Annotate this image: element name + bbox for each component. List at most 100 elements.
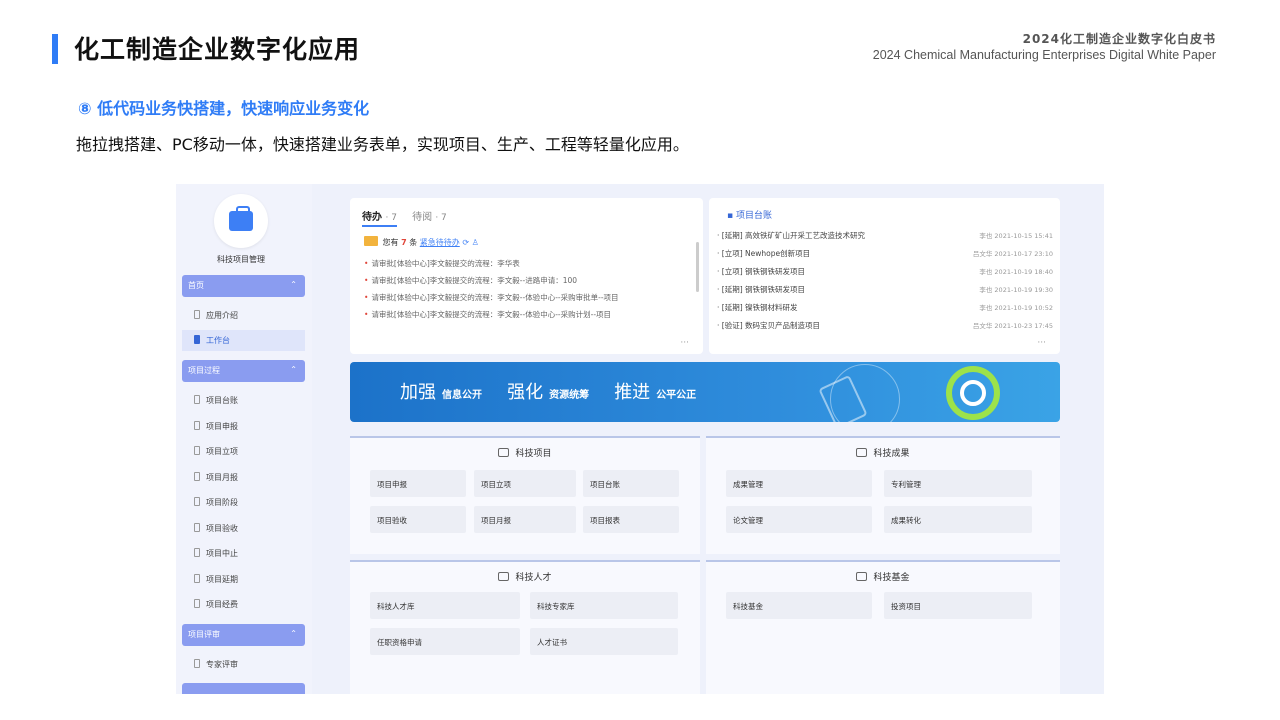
sidebar-item-expert[interactable]: 专家评审 <box>182 654 305 675</box>
project-meta: 吕文华 2021-10-23 17:45 <box>972 322 1053 330</box>
quick-link-button[interactable]: 项目申报 <box>370 470 466 497</box>
project-row[interactable]: · [验证] 数码宝贝产品制造项目 吕文华 2021-10-23 17:45 <box>717 320 1053 338</box>
quick-link-button[interactable]: 成果管理 <box>726 470 872 497</box>
envelope-icon <box>364 236 378 246</box>
sidebar-item-process[interactable]: 项目验收 <box>182 518 305 539</box>
section-body: 拖拉拽搭建、PC移动一体，快速搭建业务表单，实现项目、生产、工程等轻量化应用。 <box>76 135 689 154</box>
quick-link-button[interactable]: 项目台账 <box>583 470 679 497</box>
nav-group-home[interactable]: 首页 ⌃ <box>182 275 305 297</box>
panel-tech-results: 科技成果 成果管理 专利管理 论文管理 成果转化 <box>706 436 1060 554</box>
document-icon <box>194 497 200 506</box>
sidebar-item-process[interactable]: 项目经费 <box>182 594 305 615</box>
project-row[interactable]: · [立项] 钢铁钢铁研发项目 李也 2021-10-19 18:40 <box>717 266 1053 284</box>
document-icon <box>194 599 200 608</box>
summary-suffix: 条 <box>409 238 418 247</box>
todo-card: 待办 · 7 待阅 · 7 您有 7 条 紧急待待办 ⟳ ♙ • 请审批[体验中心… <box>350 198 703 354</box>
todo-row[interactable]: • 请审批[体验中心]李文毅提交的流程：李文毅--进路申请：100 <box>364 275 694 292</box>
project-row[interactable]: · [延期] 高效铁矿矿山开采工艺改造技术研究 李也 2021-10-15 15:… <box>717 230 1053 248</box>
quick-link-button[interactable]: 投资项目 <box>884 592 1032 619</box>
banner-phrase: 信息公开 <box>442 390 482 401</box>
quick-link-button[interactable]: 任职资格申请 <box>370 628 520 655</box>
document-icon <box>194 659 200 668</box>
sidebar-item-process[interactable]: 项目台账 <box>182 390 305 411</box>
nav-group-process[interactable]: 项目过程 ⌃ <box>182 360 305 382</box>
sidebar-item-process[interactable]: 项目中止 <box>182 543 305 564</box>
document-icon <box>194 574 200 583</box>
sidebar-item-process[interactable]: 项目阶段 <box>182 492 305 513</box>
sidebar-item-intro[interactable]: 应用介绍 <box>182 305 305 326</box>
quick-link-button[interactable]: 成果转化 <box>884 506 1032 533</box>
quick-link-button[interactable]: 科技人才库 <box>370 592 520 619</box>
todo-row[interactable]: • 请审批[体验中心]李文毅提交的流程：李文毅--体验中心--采购审批单--项目 <box>364 292 694 309</box>
quick-link-button[interactable]: 专利管理 <box>884 470 1032 497</box>
panel-title-label: 科技成果 <box>873 449 910 459</box>
scrollbar[interactable] <box>696 242 699 292</box>
project-list: · [延期] 高效铁矿矿山开采工艺改造技术研究 李也 2021-10-15 15:… <box>717 230 1053 338</box>
tab-todo[interactable]: 待办 · 7 <box>362 208 397 227</box>
quick-link-button[interactable]: 科技专家库 <box>530 592 678 619</box>
sidebar: 科技项目管理 首页 ⌃ 应用介绍 工作台 项目过程 ⌃ 项目台账 项目申报 项目立项… <box>176 184 312 694</box>
quick-link-button[interactable]: 科技基金 <box>726 592 872 619</box>
project-row[interactable]: · [立项] Newhope创新项目 吕文华 2021-10-17 23:10 <box>717 248 1053 266</box>
panel-title: 科技基金 <box>706 570 1060 583</box>
panel-title-label: 科技人才 <box>515 573 552 583</box>
slide: 化工制造企业数字化应用 2024化工制造企业数字化白皮书 2024 Chemic… <box>0 0 1280 720</box>
briefcase-icon <box>229 206 253 231</box>
project-row[interactable]: · [延期] 钢铁钢铁研发项目 李也 2021-10-19 19:30 <box>717 284 1053 302</box>
bullet-icon: • <box>364 276 369 285</box>
document-icon <box>194 310 200 319</box>
user-icon[interactable]: ♙ <box>472 238 479 247</box>
quick-link-button[interactable]: 项目立项 <box>474 470 576 497</box>
page-title: 化工制造企业数字化应用 <box>74 35 361 64</box>
panel-tech-talent: 科技人才 科技人才库 科技专家库 任职资格申请 人才证书 <box>350 560 700 694</box>
tab-to-read[interactable]: 待阅 · 7 <box>412 208 447 223</box>
project-name: · [验证] 数码宝贝产品制造项目 <box>717 321 821 330</box>
sidebar-item-label: 项目立项 <box>206 447 238 456</box>
panel-title: 科技人才 <box>350 570 700 583</box>
nav-group-next[interactable] <box>182 683 305 694</box>
sidebar-item-label: 项目月报 <box>206 473 238 482</box>
app-name: 科技项目管理 <box>217 255 265 264</box>
todo-text: 请审批[体验中心]李文毅提交的流程：李文毅--进路申请：100 <box>371 276 578 285</box>
quick-link-button[interactable]: 项目报表 <box>583 506 679 533</box>
banner-word: 强化 <box>507 382 544 403</box>
project-row[interactable]: · [延期] 镍铁钢材料研发 李也 2021-10-19 10:52 <box>717 302 1053 320</box>
app-screenshot: 科技项目管理 首页 ⌃ 应用介绍 工作台 项目过程 ⌃ 项目台账 项目申报 项目立项… <box>176 184 1104 694</box>
nav-group-review[interactable]: 项目评审 ⌃ <box>182 624 305 646</box>
project-meta: 吕文华 2021-10-17 23:10 <box>972 250 1053 258</box>
project-name: · [立项] Newhope创新项目 <box>717 249 811 258</box>
quick-link-button[interactable]: 项目验收 <box>370 506 466 533</box>
tab-label: 待办 <box>362 212 382 223</box>
project-name: · [延期] 镍铁钢材料研发 <box>717 303 798 312</box>
sidebar-item-process[interactable]: 项目延期 <box>182 569 305 590</box>
more-button[interactable]: ··· <box>1037 338 1046 348</box>
refresh-icon[interactable]: ⟳ <box>462 238 469 247</box>
todo-row[interactable]: • 请审批[体验中心]李文毅提交的流程：李华表 <box>364 258 694 275</box>
banner-phrase: 公平公正 <box>656 390 697 401</box>
tab-count: · 7 <box>385 213 397 223</box>
quick-link-button[interactable]: 论文管理 <box>726 506 872 533</box>
sidebar-item-workbench[interactable]: 工作台 <box>182 330 305 351</box>
sidebar-item-label: 项目经费 <box>206 600 238 609</box>
sidebar-item-process[interactable]: 项目申报 <box>182 416 305 437</box>
more-button[interactable]: ··· <box>680 338 689 348</box>
sidebar-item-process[interactable]: 项目月报 <box>182 467 305 488</box>
title-accent-bar <box>52 34 58 64</box>
panel-tech-fund: 科技基金 科技基金 投资项目 <box>706 560 1060 694</box>
section-heading: ⑧ 低代码业务快搭建，快速响应业务变化 <box>78 99 370 118</box>
tab-count: · 7 <box>435 213 447 223</box>
urgent-todo-link[interactable]: 紧急待待办 <box>420 238 460 247</box>
sidebar-item-label: 应用介绍 <box>206 311 238 320</box>
quick-link-button[interactable]: 人才证书 <box>530 628 678 655</box>
chevron-up-icon: ⌃ <box>290 280 297 289</box>
sidebar-item-process[interactable]: 项目立项 <box>182 441 305 462</box>
quick-link-button[interactable]: 项目月报 <box>474 506 576 533</box>
promo-banner: 加强 信息公开 强化 资源统筹 推进 公平公正 <box>350 362 1060 422</box>
nav-group-label: 首页 <box>188 281 204 290</box>
summary-prefix: 您有 <box>382 238 399 247</box>
project-meta: 李也 2021-10-19 10:52 <box>979 304 1053 312</box>
bullet-icon: • <box>364 293 369 302</box>
todo-row[interactable]: • 请审批[体验中心]李文毅提交的流程：李文毅--体验中心--采购计划--项目 <box>364 309 694 326</box>
bullet-icon: • <box>364 310 369 319</box>
nav-group-label: 项目过程 <box>188 366 220 375</box>
